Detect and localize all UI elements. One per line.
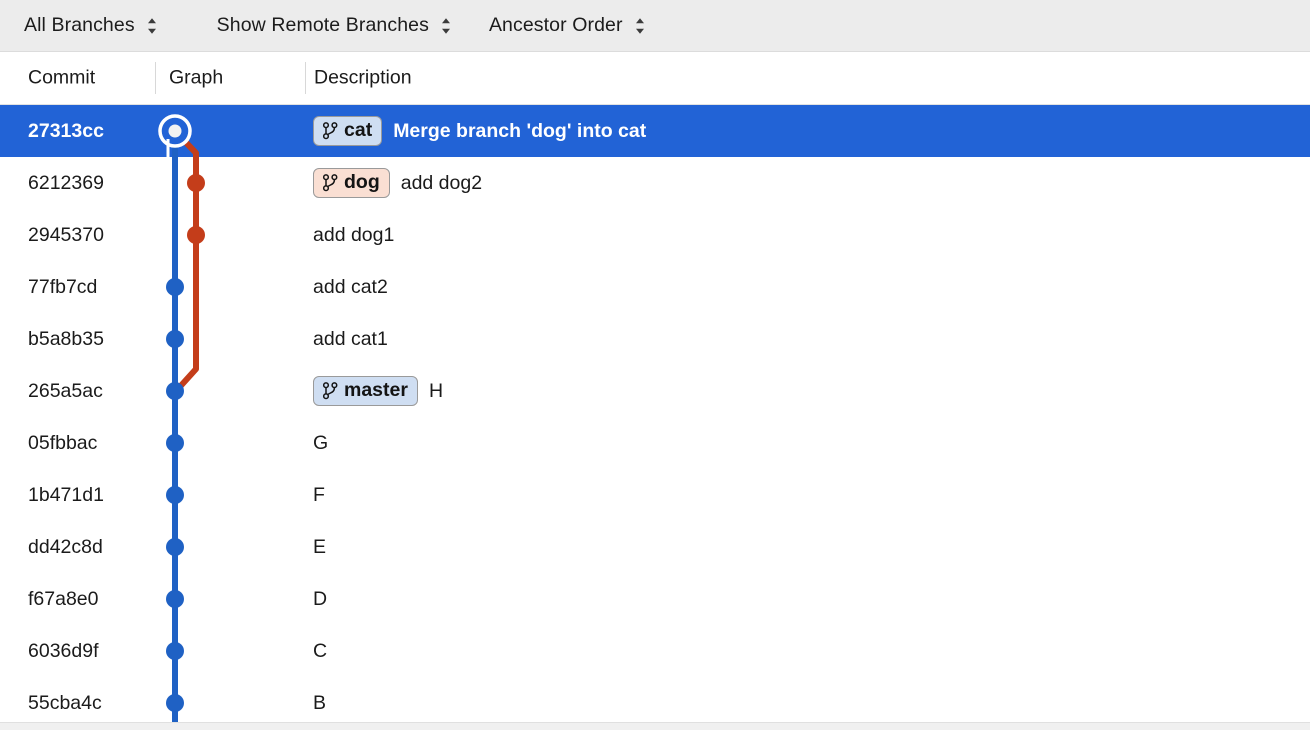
commit-description-cell: add cat1 [313,328,388,351]
commit-description-cell: G [313,432,328,455]
column-header-description[interactable]: Description [314,67,412,90]
branch-name: master [344,379,408,402]
commit-description-cell: D [313,588,327,611]
branch-badge[interactable]: dog [313,168,390,198]
commit-row[interactable]: 6212369 dog add dog2 [0,157,1310,209]
chevron-updown-icon [633,15,647,37]
commit-hash: 05fbbac [28,431,98,454]
commit-description-cell: dog add dog2 [313,168,483,198]
git-branch-icon [322,173,338,192]
commit-hash: 77fb7cd [28,275,98,298]
commit-row[interactable]: 1b471d1 F [0,469,1310,521]
commit-row[interactable]: 265a5ac master H [0,365,1310,417]
commit-message: E [313,535,327,558]
commit-row[interactable]: b5a8b35 add cat1 [0,313,1310,365]
branch-badge[interactable]: cat [313,116,383,146]
commit-description-cell: master H [313,376,444,406]
branch-name: cat [344,119,373,142]
commit-message: F [313,483,325,506]
branch-name: dog [344,171,380,194]
commit-row[interactable]: 05fbbac G [0,417,1310,469]
commit-description-cell: B [313,692,326,715]
commit-row[interactable]: 2945370 add dog1 [0,209,1310,261]
commit-message: C [313,639,328,662]
column-header-row: Commit Graph Description [0,52,1310,105]
ancestor-order-dropdown[interactable]: Ancestor Order [489,0,647,51]
branch-filter-dropdown[interactable]: All Branches [24,0,159,51]
commit-hash: 55cba4c [28,691,102,714]
ancestor-order-label: Ancestor Order [488,14,623,36]
commit-description-cell: C [313,640,327,663]
chevron-updown-icon [439,15,453,37]
branch-filter-label: All Branches [24,14,135,36]
commit-row[interactable]: 27313cc cat Merge branch 'dog' into cat [0,105,1310,157]
chevron-updown-icon [145,15,159,37]
commit-description-cell: add dog1 [313,224,394,247]
commit-hash: 6036d9f [28,639,99,662]
commit-hash: 265a5ac [28,379,103,402]
commit-row[interactable]: dd42c8d E [0,521,1310,573]
commit-hash: 1b471d1 [28,483,104,506]
commit-row[interactable]: f67a8e0 D [0,573,1310,625]
commit-message: add cat1 [313,327,388,350]
commit-description-cell: cat Merge branch 'dog' into cat [313,116,647,146]
filter-toolbar: All Branches Show Remote Branches Ancest… [0,0,1310,52]
branch-badge[interactable]: master [313,376,418,406]
column-header-commit[interactable]: Commit [28,67,95,90]
commit-hash: 6212369 [28,171,104,194]
list-bottom-divider [0,722,1310,730]
commit-hash: f67a8e0 [28,587,99,610]
commit-message: B [313,691,327,714]
commit-description-cell: E [313,536,326,559]
commit-description-cell: F [313,484,325,507]
column-divider-1[interactable] [155,62,156,94]
commit-message: add dog2 [400,171,483,194]
commit-message: add dog1 [313,223,395,246]
remote-branches-dropdown[interactable]: Show Remote Branches [217,0,453,51]
commit-message: H [428,379,444,402]
commit-message: Merge branch 'dog' into cat [393,119,647,142]
commit-row[interactable]: 77fb7cd add cat2 [0,261,1310,313]
git-branch-icon [322,381,338,400]
column-divider-2[interactable] [305,62,306,94]
commit-list[interactable]: 27313cc cat Merge branch 'dog' into cat 621… [0,105,1310,730]
commit-row[interactable]: 6036d9f C [0,625,1310,677]
commit-message: D [313,587,328,610]
commit-message: G [313,431,329,454]
commit-hash: 27313cc [28,119,104,142]
git-branch-icon [322,121,338,140]
commit-message: add cat2 [313,275,388,298]
commit-hash: 2945370 [28,223,104,246]
remote-branches-label: Show Remote Branches [216,14,429,36]
commit-hash: b5a8b35 [28,327,104,350]
git-history-window: All Branches Show Remote Branches Ancest… [0,0,1310,730]
commit-description-cell: add cat2 [313,276,388,299]
commit-hash: dd42c8d [28,535,103,558]
column-header-graph[interactable]: Graph [169,67,223,90]
